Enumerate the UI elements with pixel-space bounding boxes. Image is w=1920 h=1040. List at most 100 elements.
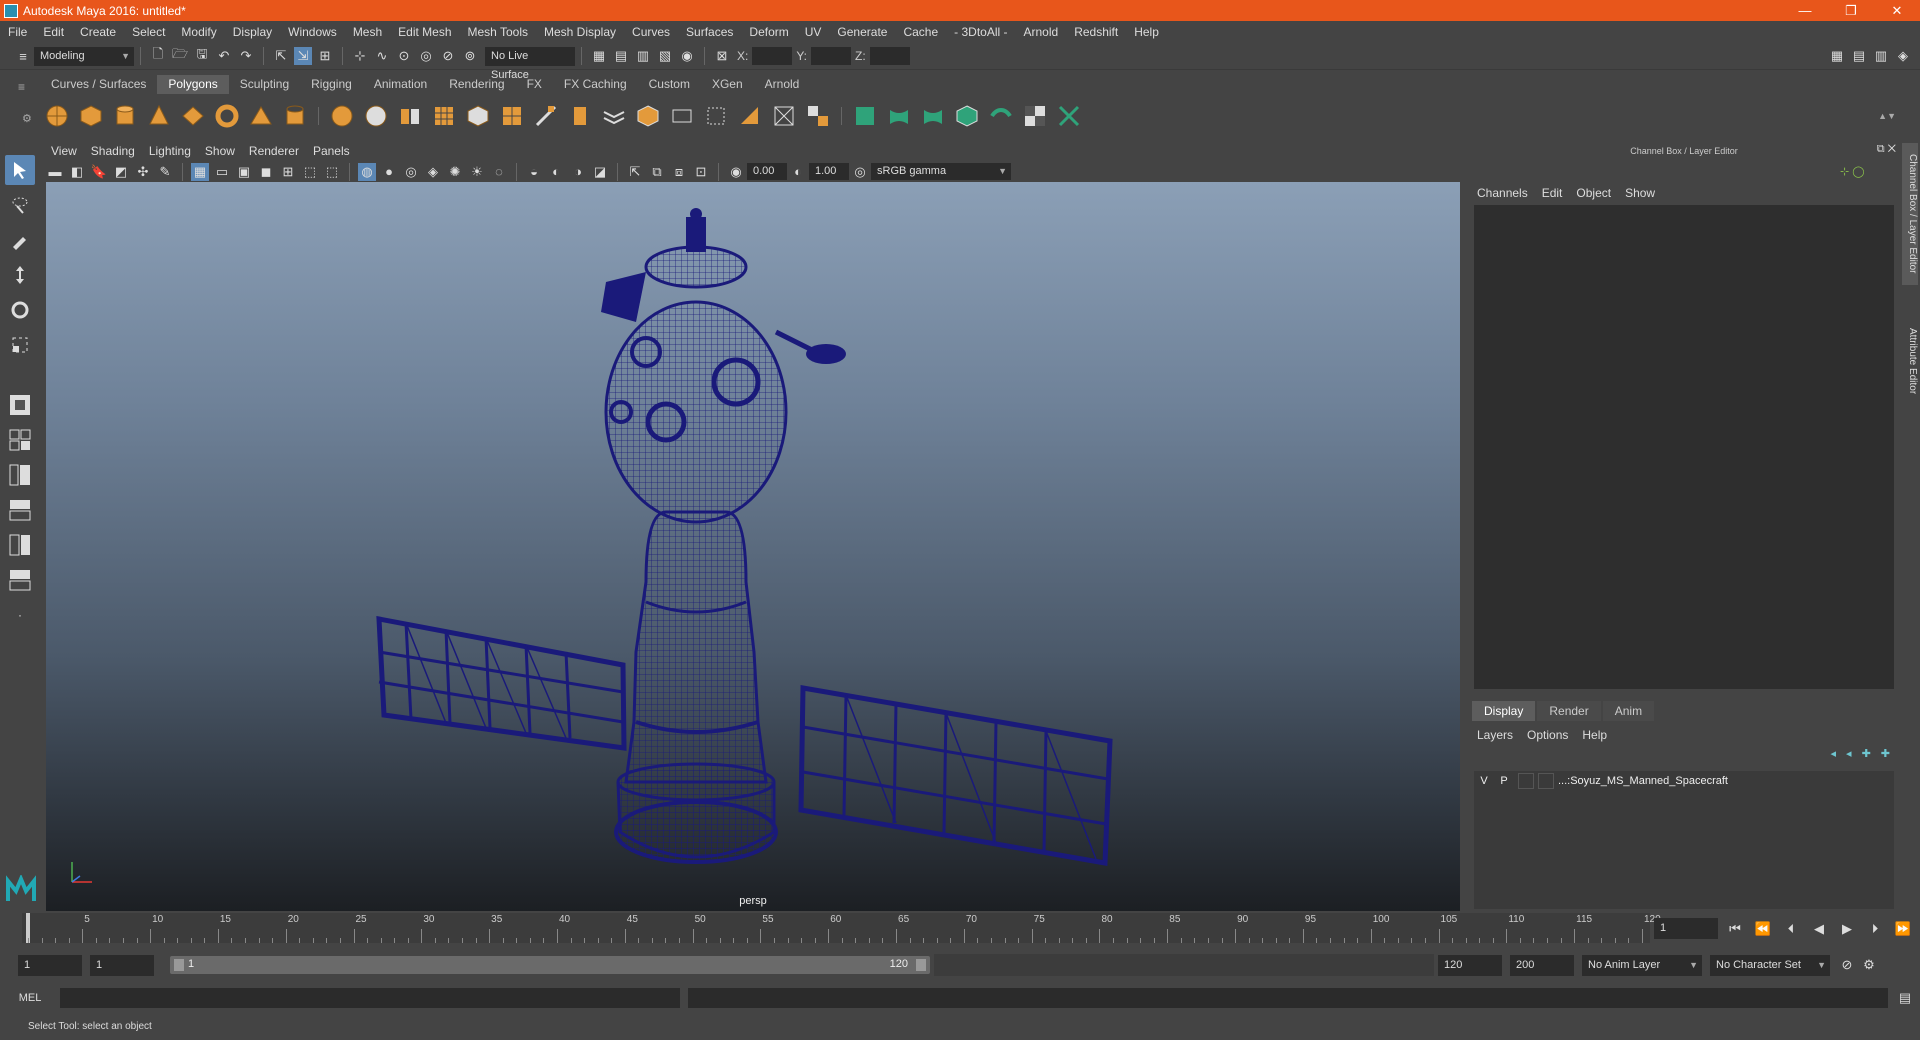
ipr-render-icon[interactable]: ▥ (634, 47, 652, 65)
retopologize-icon[interactable] (498, 102, 526, 130)
menu-file[interactable]: File (0, 25, 35, 39)
image-plane-icon[interactable]: ◩ (112, 163, 130, 181)
menu-surfaces[interactable]: Surfaces (678, 25, 741, 39)
new-layer-selected-icon[interactable]: ✚ (1881, 747, 1890, 760)
film-gate-icon[interactable]: ▭ (213, 163, 231, 181)
select-component-icon[interactable]: ⊞ (316, 47, 334, 65)
menu-deform[interactable]: Deform (741, 25, 796, 39)
playback-end-field[interactable]: 120 (1438, 954, 1502, 976)
select-object-icon[interactable]: ⇲ (294, 47, 312, 65)
shelf-tab-rendering[interactable]: Rendering (438, 75, 515, 94)
fill-hole-icon[interactable] (702, 102, 730, 130)
use-all-lights-icon[interactable]: ✺ (446, 163, 464, 181)
bridge-icon[interactable] (600, 102, 628, 130)
vp-menu-panels[interactable]: Panels (306, 144, 357, 158)
animation-start-field[interactable]: 1 (18, 954, 82, 976)
bevel-icon[interactable] (566, 102, 594, 130)
go-to-start-icon[interactable]: ⏮ (1726, 920, 1744, 938)
shelf-tab-xgen[interactable]: XGen (701, 75, 754, 94)
perspective-viewport[interactable]: persp (46, 182, 1460, 911)
select-hierarchy-icon[interactable]: ⇱ (272, 47, 290, 65)
field-chart-icon[interactable]: ⊞ (279, 163, 297, 181)
xray-components-icon[interactable]: ⧈ (670, 163, 688, 181)
menu-generate[interactable]: Generate (829, 25, 895, 39)
depth-of-field-icon[interactable]: ◑ (569, 163, 587, 181)
extrude-icon[interactable] (634, 102, 662, 130)
step-forward-key-icon[interactable]: ⏵ (1866, 920, 1884, 938)
shelf-tab-rigging[interactable]: Rigging (300, 75, 363, 94)
play-backwards-icon[interactable]: ◀ (1810, 920, 1828, 938)
menu-3dtoall[interactable]: - 3DtoAll - (946, 25, 1015, 39)
select-camera-icon[interactable]: ▬ (46, 163, 64, 181)
menu-help[interactable]: Help (1126, 25, 1167, 39)
channel-list-area[interactable] (1474, 205, 1894, 689)
menu-select[interactable]: Select (124, 25, 173, 39)
menu-edit-mesh[interactable]: Edit Mesh (390, 25, 459, 39)
select-tool-icon[interactable] (5, 155, 35, 185)
wireframe-on-shaded-icon[interactable]: ◎ (402, 163, 420, 181)
transform-mode-icon[interactable]: ⊠ (713, 47, 731, 65)
x-field[interactable] (752, 47, 793, 65)
animation-end-field[interactable]: 200 (1510, 954, 1574, 976)
remesh-icon[interactable] (464, 102, 492, 130)
poly-cube-icon[interactable] (77, 102, 105, 130)
menu-mesh-display[interactable]: Mesh Display (536, 25, 624, 39)
auto-key-icon[interactable]: ⊘ (1838, 956, 1856, 974)
combine-icon[interactable] (328, 102, 356, 130)
current-frame-field[interactable]: 1 (1654, 918, 1718, 939)
range-end-handle[interactable] (916, 959, 926, 971)
move-tool-icon[interactable] (5, 260, 35, 290)
snap-curve-icon[interactable]: ∿ (373, 47, 391, 65)
shelf-tab-arnold[interactable]: Arnold (754, 75, 811, 94)
layer-tab-display[interactable]: Display (1472, 701, 1536, 721)
animation-preferences-icon[interactable]: ⚙ (1860, 956, 1878, 974)
safe-action-icon[interactable]: ⬚ (301, 163, 319, 181)
panel-float-close-icons[interactable]: ⧉ ✕ (1877, 143, 1896, 156)
grid-icon[interactable]: ▦ (191, 162, 209, 181)
menu-set-handle-icon[interactable]: ≡ (14, 47, 32, 65)
time-slider[interactable]: 5 10 15 20 25 30 35 40 45 50 55 60 65 70 75 80 85 90 95 100… (22, 913, 1661, 943)
vp-menu-show[interactable]: Show (198, 144, 242, 158)
snap-grid-icon[interactable]: ⊹ (351, 47, 369, 65)
step-forward-frame-icon[interactable]: ⏩ (1894, 920, 1912, 938)
command-input[interactable] (60, 988, 680, 1008)
checker-icon[interactable] (1021, 102, 1049, 130)
view-transform-dropdown[interactable]: sRGB gamma ▼ (871, 163, 1011, 180)
redo-icon[interactable]: ↷ (237, 47, 255, 65)
scale-tool-icon[interactable] (5, 330, 35, 360)
gate-mask-icon[interactable]: ◼ (257, 163, 275, 181)
cylindrical-mapping-icon[interactable] (885, 102, 913, 130)
save-scene-icon[interactable]: 🖫 (193, 46, 211, 65)
toolbox-more-icon[interactable]: · (5, 600, 35, 630)
layout-uv-icon[interactable] (1055, 102, 1083, 130)
close-button[interactable]: ✕ (1874, 0, 1920, 21)
single-perspective-layout-icon[interactable] (5, 390, 35, 420)
lasso-tool-icon[interactable] (5, 190, 35, 220)
menu-arnold[interactable]: Arnold (1016, 25, 1067, 39)
gamma-icon[interactable]: ◐ (789, 163, 807, 181)
four-view-layout-icon[interactable] (5, 425, 35, 455)
cb-menu-show[interactable]: Show (1618, 186, 1662, 200)
two-d-pan-icon[interactable]: ✣ (134, 163, 152, 181)
poly-cylinder-icon[interactable] (111, 102, 139, 130)
y-field[interactable] (811, 47, 852, 65)
outliner-layout-icon[interactable] (5, 460, 35, 490)
hypershade-icon[interactable]: ◉ (678, 47, 696, 65)
restore-button[interactable]: ❐ (1828, 0, 1874, 21)
side-tab-attribute-editor[interactable]: Attribute Editor (1902, 305, 1918, 417)
layer-tab-render[interactable]: Render (1537, 701, 1601, 721)
menu-modify[interactable]: Modify (173, 25, 224, 39)
render-settings-icon[interactable]: ▧ (656, 47, 674, 65)
isolate-select-icon[interactable]: ◪ (591, 163, 609, 181)
step-back-frame-icon[interactable]: ⏪ (1754, 920, 1772, 938)
channel-box-display-icons[interactable]: ⊹ ◯ (1840, 165, 1865, 178)
automatic-mapping-icon[interactable] (953, 102, 981, 130)
resolution-gate-icon[interactable]: ▣ (235, 163, 253, 181)
screen-space-ao-icon[interactable]: ◌ (490, 163, 508, 181)
vp-menu-shading[interactable]: Shading (84, 144, 142, 158)
smooth-shade-icon[interactable]: ● (380, 163, 398, 181)
layer-display-type-toggle[interactable] (1518, 773, 1534, 789)
hypershade-layout-icon[interactable] (5, 530, 35, 560)
play-forwards-icon[interactable]: ▶ (1838, 920, 1856, 938)
multisample-aa-icon[interactable]: ◐ (547, 163, 565, 181)
